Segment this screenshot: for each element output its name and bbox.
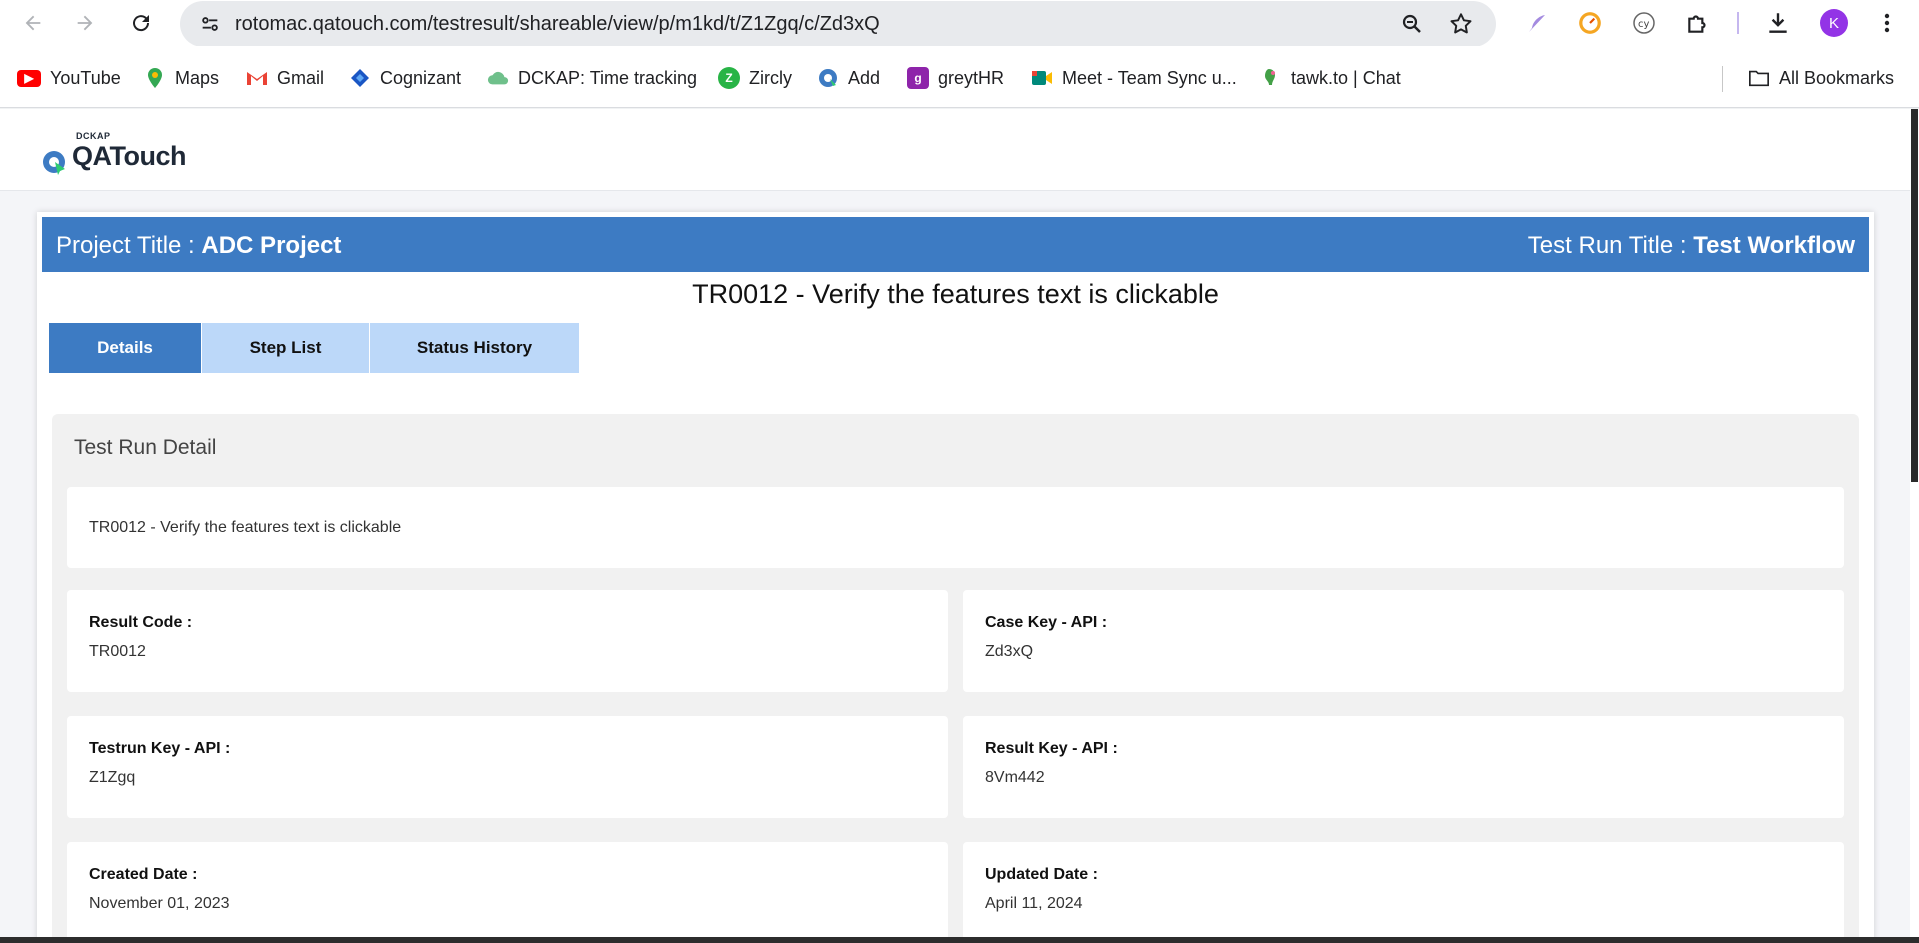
more-menu-icon[interactable] (1873, 9, 1901, 37)
bookmark-add[interactable]: Add (817, 66, 880, 90)
bookmark-youtube[interactable]: ▶ YouTube (17, 66, 121, 90)
youtube-icon: ▶ (17, 69, 41, 87)
tab-bar: Details Step List Status History (49, 323, 580, 373)
bookmark-meet[interactable]: Meet - Team Sync u... (1031, 66, 1237, 90)
bookmark-label: Cognizant (380, 67, 462, 88)
folder-icon (1748, 67, 1770, 89)
bookmark-label: tawk.to | Chat (1291, 67, 1401, 88)
bookmarks-bar: ▶ YouTube Maps Gmail Cognizant DCKAP: Ti… (0, 46, 1919, 108)
page-content: DCKAP QATouch Project Title : ADC Projec… (0, 109, 1910, 943)
description-box: TR0012 - Verify the features text is cli… (67, 487, 1844, 568)
test-result-card: Project Title : ADC Project Test Run Tit… (37, 212, 1874, 943)
bookmark-maps[interactable]: Maps (144, 66, 219, 90)
test-run-title: Test Run Title : Test Workflow (1528, 232, 1855, 260)
bookmark-label: Zircly (749, 67, 792, 88)
bookmark-label: greytHR (938, 67, 1005, 88)
field-value: 8Vm442 (985, 769, 1045, 786)
greythr-icon: g (907, 67, 929, 89)
testrun-key-box: Testrun Key - API : Z1Zgq (67, 716, 948, 818)
updated-date-box: Updated Date : April 11, 2024 (963, 842, 1844, 943)
field-label: Result Code : (89, 614, 193, 631)
gmail-icon (246, 67, 268, 89)
zoom-icon[interactable] (1400, 12, 1424, 41)
tab-status-history[interactable]: Status History (370, 323, 580, 373)
all-bookmarks-label: All Bookmarks (1779, 67, 1895, 88)
test-run-title-label: Test Run Title : (1527, 232, 1694, 259)
field-value: Z1Zgq (89, 769, 136, 786)
cy-extension-icon[interactable]: cy (1630, 9, 1658, 37)
zircly-icon: Z (718, 67, 740, 89)
site-header: DCKAP QATouch (0, 109, 1910, 191)
result-key-box: Result Key - API : 8Vm442 (963, 716, 1844, 818)
case-title: TR0012 - Verify the features text is cli… (692, 279, 1219, 309)
all-bookmarks-button[interactable]: All Bookmarks (1748, 66, 1894, 90)
bookmark-label: Gmail (277, 67, 325, 88)
address-bar[interactable]: rotomac.qatouch.com/testresult/shareable… (180, 1, 1496, 47)
bookmark-tawk[interactable]: tawk.to | Chat (1260, 66, 1401, 90)
project-title-value: ADC Project (201, 232, 342, 259)
profile-avatar[interactable]: K (1820, 9, 1848, 37)
created-date-box: Created Date : November 01, 2023 (67, 842, 948, 943)
bookmark-star-icon[interactable] (1448, 11, 1474, 42)
field-value: TR0012 (89, 643, 146, 660)
test-run-title-value: Test Workflow (1693, 232, 1855, 259)
field-value: Zd3xQ (985, 643, 1034, 660)
field-label: Updated Date : (985, 866, 1098, 883)
feather-extension-icon[interactable] (1523, 9, 1551, 37)
logo-company: DCKAP (76, 131, 111, 141)
bookmark-label: Maps (175, 67, 220, 88)
site-settings-icon[interactable] (198, 12, 222, 36)
title-banner: Project Title : ADC Project Test Run Tit… (42, 217, 1869, 272)
url-text[interactable]: rotomac.qatouch.com/testresult/shareable… (235, 13, 880, 36)
project-title-label: Project Title : (56, 232, 202, 259)
bookmark-label: YouTube (50, 67, 121, 88)
detail-heading: Test Run Detail (74, 436, 217, 459)
tawk-icon (1260, 67, 1282, 89)
field-label: Result Key - API : (985, 740, 1118, 757)
scrollbar-thumb[interactable] (1911, 109, 1918, 482)
tab-details[interactable]: Details (49, 323, 202, 373)
test-run-detail-panel: Test Run Detail TR0012 - Verify the feat… (52, 414, 1859, 943)
cloud-icon (487, 67, 509, 89)
window-bottom-edge (0, 937, 1919, 943)
meet-icon (1031, 67, 1053, 89)
qatouch-logo-icon (43, 151, 65, 175)
logo-brand: QATouch (72, 141, 186, 171)
toolbar-divider (1737, 12, 1739, 34)
back-arrow-icon[interactable] (19, 9, 47, 37)
field-value: April 11, 2024 (985, 895, 1083, 912)
bookmark-gmail[interactable]: Gmail (246, 66, 324, 90)
result-code-box: Result Code : TR0012 (67, 590, 948, 692)
bookmark-cognizant[interactable]: Cognizant (349, 66, 461, 90)
field-value: November 01, 2023 (89, 895, 230, 912)
bookmarks-divider (1722, 66, 1723, 92)
bookmark-zircly[interactable]: Z Zircly (718, 66, 792, 90)
maps-icon (144, 67, 166, 89)
reload-icon[interactable] (127, 9, 155, 37)
speedometer-extension-icon[interactable] (1576, 9, 1604, 37)
cognizant-icon (349, 67, 371, 89)
field-label: Testrun Key - API : (89, 740, 231, 757)
field-label: Case Key - API : (985, 614, 1108, 631)
bookmark-greythr[interactable]: g greytHR (907, 66, 1004, 90)
extensions-puzzle-icon[interactable] (1684, 9, 1712, 37)
bookmark-label: DCKAP: Time tracking (518, 67, 698, 88)
bookmark-label: Meet - Team Sync u... (1062, 67, 1237, 88)
bookmark-dckap-time-tracking[interactable]: DCKAP: Time tracking (487, 66, 697, 90)
bookmark-label: Add (848, 67, 881, 88)
svg-text:cy: cy (1638, 19, 1649, 30)
case-key-box: Case Key - API : Zd3xQ (963, 590, 1844, 692)
browser-toolbar: rotomac.qatouch.com/testresult/shareable… (0, 0, 1919, 47)
download-icon[interactable] (1764, 9, 1792, 37)
field-label: Created Date : (89, 866, 198, 883)
project-title: Project Title : ADC Project (56, 232, 341, 260)
forward-arrow-icon[interactable] (71, 9, 99, 37)
tab-step-list[interactable]: Step List (202, 323, 370, 373)
qatouch-icon (817, 67, 839, 89)
description-text: TR0012 - Verify the features text is cli… (89, 519, 402, 536)
page-scrollbar[interactable] (1910, 109, 1919, 943)
